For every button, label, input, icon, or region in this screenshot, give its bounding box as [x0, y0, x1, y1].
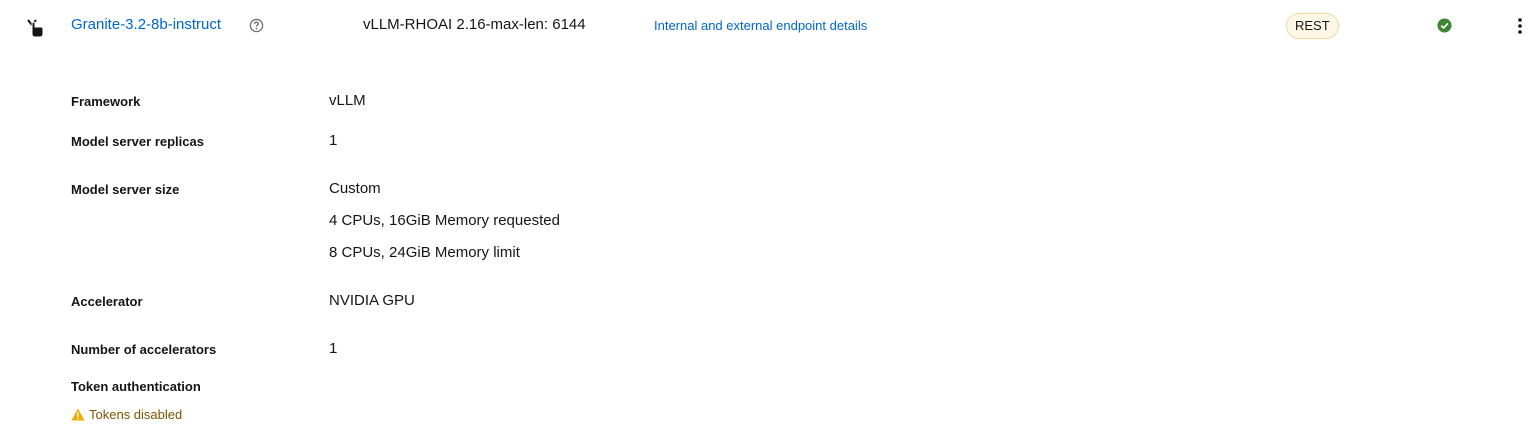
kebab-icon — [1518, 18, 1522, 34]
check-circle-icon — [1437, 18, 1452, 33]
api-protocol-badge: REST — [1286, 13, 1339, 39]
endpoint-details-link[interactable]: Internal and external endpoint details — [654, 18, 867, 33]
num-accelerators-label: Number of accelerators — [71, 342, 217, 357]
model-row-expanded: Granite-3.2-8b-instruct vLLM-RHOAI 2.16-… — [0, 0, 1538, 437]
token-auth-value: Tokens disabled — [89, 406, 183, 422]
row-actions-kebab-button[interactable] — [1512, 14, 1528, 38]
framework-value: vLLM — [329, 92, 366, 109]
num-accelerators-value: 1 — [329, 340, 338, 357]
chevron-down-icon — [27, 19, 44, 38]
model-row-header: Granite-3.2-8b-instruct vLLM-RHOAI 2.16-… — [0, 0, 1538, 52]
accelerator-value: NVIDIA GPU — [329, 292, 415, 309]
server-size-label: Model server size — [71, 182, 180, 197]
token-auth-status: Tokens disabled — [71, 405, 182, 423]
framework-label: Framework — [71, 94, 141, 109]
replicas-label: Model server replicas — [71, 134, 204, 149]
model-name-link[interactable]: Granite-3.2-8b-instruct — [71, 16, 221, 33]
serving-runtime-name: vLLM-RHOAI 2.16-max-len: 6144 — [363, 16, 586, 33]
server-size-limit: 8 CPUs, 24GiB Memory limit — [329, 244, 520, 261]
token-auth-label: Token authentication — [71, 379, 201, 394]
replicas-value: 1 — [329, 132, 338, 149]
server-size-requested: 4 CPUs, 16GiB Memory requested — [329, 212, 560, 229]
help-circle-icon[interactable] — [249, 18, 264, 33]
expand-toggle-button[interactable] — [22, 14, 44, 38]
warning-triangle-icon — [71, 408, 85, 420]
server-size-type: Custom — [329, 180, 381, 197]
accelerator-label: Accelerator — [71, 294, 143, 309]
